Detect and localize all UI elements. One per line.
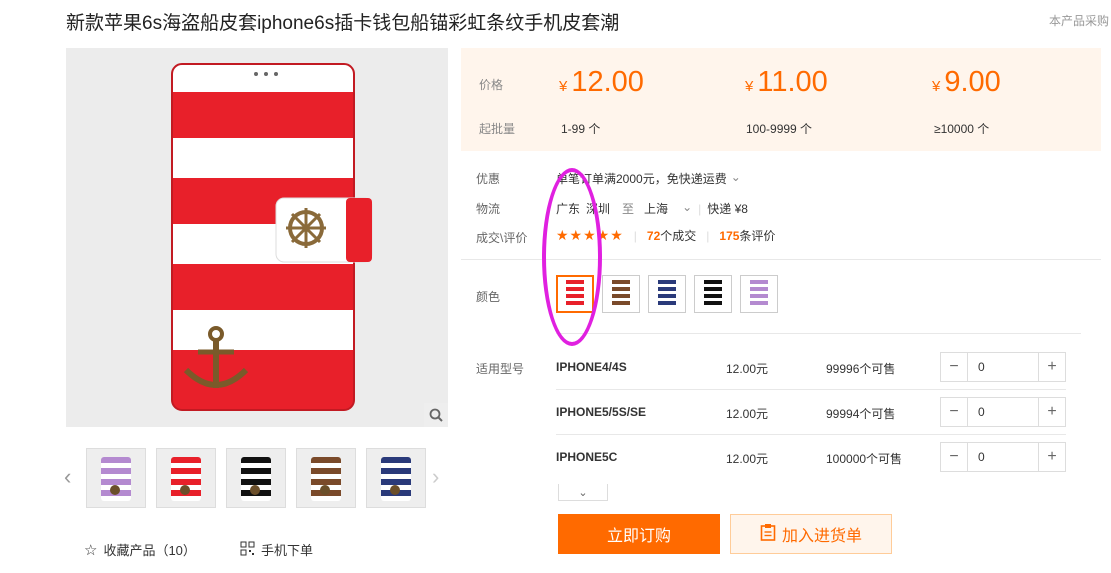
plus-button[interactable]: + xyxy=(1039,353,1065,381)
destination-select[interactable]: 上海 ⌄ xyxy=(644,200,692,217)
model-price: 12.00元 xyxy=(726,362,769,376)
model-row: IPHONE5/5S/SE 12.00元 99994个可售 − 0 + xyxy=(556,390,1066,435)
model-stock: 100000个可售 xyxy=(826,452,903,466)
reviews-suffix: 条评价 xyxy=(739,229,776,243)
sales-count: 72 xyxy=(646,229,661,243)
model-name: IPHONE5/5S/SE xyxy=(556,405,647,419)
divider: | xyxy=(706,228,710,243)
model-row: IPHONE5C 12.00元 100000个可售 − 0 + xyxy=(556,435,1066,479)
annotation-oval xyxy=(542,168,602,346)
qty-tier-3: ≥10000 个 xyxy=(934,122,990,136)
model-stock: 99994个可售 xyxy=(826,407,896,421)
model-row: IPHONE4/4S 12.00元 99996个可售 − 0 + xyxy=(556,345,1066,390)
swatch-case xyxy=(612,280,630,308)
thumb-case xyxy=(381,457,411,501)
swatch-case xyxy=(750,280,768,308)
mobile-order-button[interactable]: 手机下单 xyxy=(240,540,313,559)
color-swatch-purple[interactable] xyxy=(740,275,778,313)
model-price: 12.00元 xyxy=(726,452,769,466)
model-name: IPHONE4/4S xyxy=(556,360,627,374)
price-tier-2: ¥ 11.00 xyxy=(745,66,828,99)
deals-label: 成交\评价 xyxy=(476,231,528,245)
price-box: 价格 起批量 ¥ 12.00 1-99 个 ¥ 11.00 100-9999 个… xyxy=(461,48,1101,151)
color-label: 颜色 xyxy=(476,290,501,304)
model-label: 适用型号 xyxy=(476,362,525,376)
chevron-down-icon: ⌄ xyxy=(578,486,588,499)
swatch-case xyxy=(704,280,722,308)
min-qty-label: 起批量 xyxy=(479,122,516,136)
zoom-icon[interactable] xyxy=(424,403,448,427)
thumb-case xyxy=(171,457,201,501)
product-title: 新款苹果6s海盗船皮套iphone6s插卡钱包船锚彩虹条纹手机皮套潮 xyxy=(66,13,620,34)
chevron-down-icon: ⌄ xyxy=(730,170,741,184)
price-tier-1: ¥ 12.00 xyxy=(559,66,644,99)
price-value: 12.00 xyxy=(571,66,644,98)
quantity-stepper: − 0 + xyxy=(940,352,1066,382)
expand-models-button[interactable]: ⌄ xyxy=(558,484,608,501)
thumb-case xyxy=(101,457,131,501)
clipboard-icon xyxy=(760,523,776,546)
minus-button[interactable]: − xyxy=(941,443,967,471)
promo-label: 优惠 xyxy=(476,172,501,186)
sales-suffix: 个成交 xyxy=(660,229,697,243)
quantity-stepper: − 0 + xyxy=(940,442,1066,472)
quantity-stepper: − 0 + xyxy=(940,397,1066,427)
currency-symbol: ¥ xyxy=(745,78,754,95)
minus-button[interactable]: − xyxy=(941,353,967,381)
chevron-down-icon: ⌄ xyxy=(682,200,693,214)
add-to-cart-button[interactable]: 加入进货单 xyxy=(730,514,892,554)
color-swatch-navy[interactable] xyxy=(648,275,686,313)
divider: | xyxy=(633,228,637,243)
qrcode-icon xyxy=(240,541,255,559)
currency-symbol: ¥ xyxy=(559,78,568,95)
thumb-prev-icon[interactable]: ‹ xyxy=(64,464,71,490)
divider-line xyxy=(556,333,1081,334)
model-stock: 99996个可售 xyxy=(826,362,896,376)
logistics-label: 物流 xyxy=(476,202,501,216)
reviews-link[interactable]: 175条评价 xyxy=(719,227,775,244)
plus-button[interactable]: + xyxy=(1039,398,1065,426)
thumbnail-strip xyxy=(86,448,426,508)
favorite-label: 收藏产品（10） xyxy=(103,543,196,558)
phone-case-illustration xyxy=(66,48,448,427)
model-name: IPHONE5C xyxy=(556,450,618,464)
thumb-case xyxy=(241,457,271,501)
buy-now-button[interactable]: 立即订购 xyxy=(558,514,720,554)
reviews-count: 175 xyxy=(719,229,740,243)
price-label: 价格 xyxy=(479,78,504,92)
thumb-next-icon[interactable]: › xyxy=(432,464,439,490)
thumbnail[interactable] xyxy=(226,448,286,508)
divider: | xyxy=(698,201,702,216)
thumb-case xyxy=(311,457,341,501)
corner-note: 本产品采购 xyxy=(1048,14,1109,28)
sales-link[interactable]: 72个成交 xyxy=(647,227,696,244)
qty-tier-1: 1-99 个 xyxy=(561,122,601,136)
to-city: 上海 xyxy=(644,202,669,216)
price-tier-3: ¥ 9.00 xyxy=(932,66,1001,99)
quantity-input[interactable]: 0 xyxy=(967,443,1039,471)
thumbnail[interactable] xyxy=(86,448,146,508)
price-value: 9.00 xyxy=(944,66,1001,98)
currency-symbol: ¥ xyxy=(932,78,941,95)
color-swatch-brown[interactable] xyxy=(602,275,640,313)
thumbnail[interactable] xyxy=(296,448,356,508)
express-fee: 快递 ¥8 xyxy=(707,202,748,216)
quantity-input[interactable]: 0 xyxy=(967,398,1039,426)
swatch-case xyxy=(658,280,676,308)
plus-button[interactable]: + xyxy=(1039,443,1065,471)
thumbnail[interactable] xyxy=(156,448,216,508)
color-swatch-black[interactable] xyxy=(694,275,732,313)
favorite-button[interactable]: ☆ 收藏产品（10） xyxy=(84,540,196,559)
qty-tier-2: 100-9999 个 xyxy=(746,122,813,136)
thumbnail[interactable] xyxy=(366,448,426,508)
price-value: 11.00 xyxy=(757,66,828,98)
quantity-input[interactable]: 0 xyxy=(967,353,1039,381)
to-word: 至 xyxy=(622,202,635,216)
mobile-order-label: 手机下单 xyxy=(261,543,314,558)
minus-button[interactable]: − xyxy=(941,398,967,426)
add-to-cart-label: 加入进货单 xyxy=(781,528,862,545)
star-outline-icon: ☆ xyxy=(84,541,98,559)
main-product-image[interactable] xyxy=(66,48,448,427)
model-price: 12.00元 xyxy=(726,407,769,421)
